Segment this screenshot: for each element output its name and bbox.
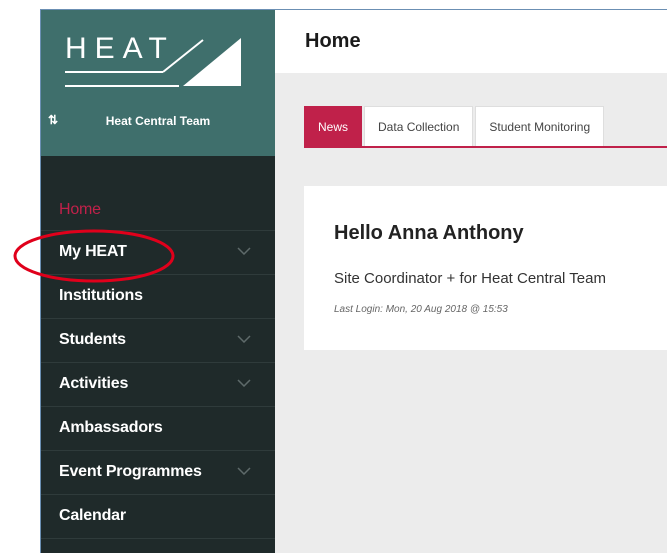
user-role: Site Coordinator + for Heat Central Team (334, 270, 606, 287)
tab-student-monitoring[interactable]: Student Monitoring (475, 106, 605, 146)
sidebar-item-home[interactable]: Home (41, 197, 275, 231)
sidebar: HEAT ⇅ Heat Central Team Home My HEAT In… (41, 10, 275, 553)
sidebar-item-label: Students (59, 331, 126, 348)
chevron-down-icon (237, 379, 251, 387)
sidebar-item-label: Ambassadors (59, 419, 163, 436)
sidebar-item-calendar[interactable]: Calendar (41, 495, 275, 539)
sidebar-item-label: Event Programmes (59, 463, 202, 480)
top-bar: Home (275, 10, 667, 73)
sidebar-item-students[interactable]: Students (41, 319, 275, 363)
tab-bar: News Data Collection Student Monitoring (304, 106, 667, 148)
last-login: Last Login: Mon, 20 Aug 2018 @ 15:53 (334, 304, 508, 315)
sidebar-item-activities[interactable]: Activities (41, 363, 275, 407)
sidebar-item-my-heat[interactable]: My HEAT (41, 231, 275, 275)
page-title: Home (305, 30, 361, 52)
sidebar-nav: Home My HEAT Institutions Students Activ… (41, 197, 275, 539)
sidebar-item-event-programmes[interactable]: Event Programmes (41, 451, 275, 495)
chevron-down-icon (237, 335, 251, 343)
chevron-down-icon (237, 467, 251, 475)
sidebar-item-label: Home (59, 201, 101, 218)
chevron-down-icon (237, 247, 251, 255)
sidebar-item-label: Activities (59, 375, 129, 392)
main-content: Home News Data Collection Student Monito… (275, 10, 667, 553)
sidebar-item-label: Calendar (59, 507, 126, 524)
welcome-card: Hello Anna Anthony Site Coordinator + fo… (304, 186, 667, 350)
app-window: HEAT ⇅ Heat Central Team Home My HEAT In… (40, 9, 667, 553)
brand-header: HEAT ⇅ Heat Central Team (41, 10, 275, 156)
tab-news[interactable]: News (304, 106, 363, 146)
welcome-greeting: Hello Anna Anthony (334, 222, 524, 244)
sidebar-item-label: My HEAT (59, 243, 127, 260)
heat-logo[interactable]: HEAT (63, 28, 253, 90)
logo-text: HEAT (65, 32, 175, 65)
sidebar-item-label: Institutions (59, 287, 143, 304)
tab-data-collection[interactable]: Data Collection (364, 106, 474, 146)
sidebar-item-ambassadors[interactable]: Ambassadors (41, 407, 275, 451)
team-name[interactable]: Heat Central Team (41, 114, 275, 128)
sidebar-item-institutions[interactable]: Institutions (41, 275, 275, 319)
